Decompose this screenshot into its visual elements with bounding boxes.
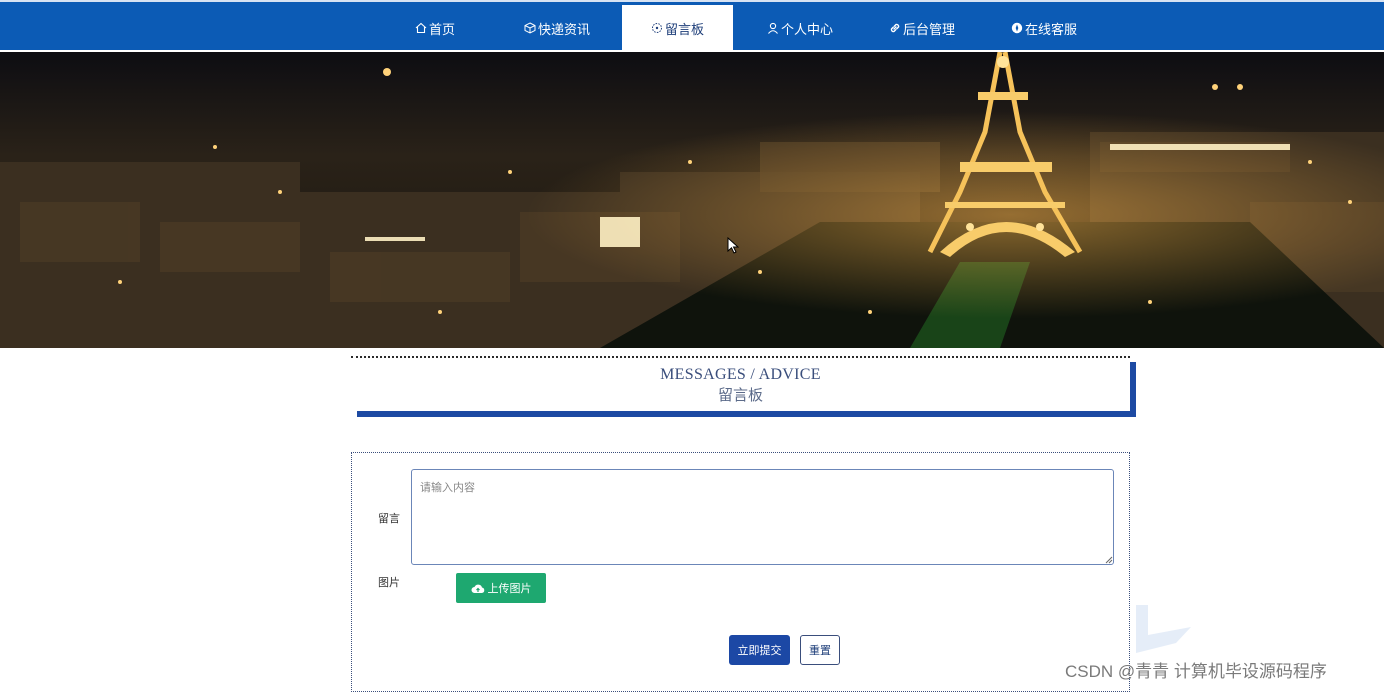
nav-item-label: 首页 — [428, 21, 455, 37]
nav-item-label: 留言板 — [664, 21, 704, 37]
nav-item-express-news[interactable]: 快递资讯 — [511, 5, 603, 51]
nav-item-message-board[interactable]: 留言板 — [622, 5, 733, 51]
paris-night-illustration — [0, 52, 1384, 348]
link-icon — [889, 22, 902, 35]
decorative-shape — [1136, 605, 1191, 653]
resize-grip-icon[interactable] — [1105, 556, 1113, 564]
top-navigation-bar: 首页 快递资讯 留言板 个人中心 后台管理 在线客服 — [0, 0, 1384, 52]
nav-item-label: 在线客服 — [1024, 21, 1077, 37]
reset-button[interactable]: 重置 — [800, 635, 840, 665]
upload-image-button[interactable]: 上传图片 — [456, 573, 546, 603]
nav-item-online-service[interactable]: 在线客服 — [998, 5, 1090, 51]
upload-button-label: 上传图片 — [487, 583, 532, 595]
section-title-english: MESSAGES / ADVICE — [660, 366, 821, 383]
nav-item-label: 后台管理 — [902, 21, 955, 37]
nav-item-personal-center[interactable]: 个人中心 — [755, 5, 845, 51]
compass-icon — [1011, 22, 1024, 35]
message-label: 留言 — [378, 513, 400, 525]
banner-image — [0, 52, 1384, 348]
cube-icon — [524, 22, 537, 35]
mouse-cursor-icon — [727, 237, 739, 254]
nav-item-home[interactable]: 首页 — [400, 5, 470, 51]
nav-item-label: 快递资讯 — [537, 21, 590, 37]
user-icon — [767, 22, 780, 35]
submit-button[interactable]: 立即提交 — [729, 635, 790, 665]
watermark-text: CSDN @青青 计算机毕设源码程序 — [1065, 662, 1327, 681]
section-title-chinese: 留言板 — [717, 388, 763, 404]
image-label: 图片 — [378, 577, 400, 589]
home-icon — [415, 22, 428, 35]
nav-item-admin[interactable]: 后台管理 — [876, 5, 968, 51]
message-form: 留言 图片 上传图片 立即提交 重置 — [351, 452, 1130, 692]
section-title-box: MESSAGES / ADVICE 留言板 — [351, 356, 1130, 411]
nav-item-label: 个人中心 — [780, 21, 833, 37]
message-textarea[interactable] — [411, 469, 1114, 565]
message-icon — [651, 22, 664, 35]
cloud-upload-icon — [471, 583, 485, 594]
